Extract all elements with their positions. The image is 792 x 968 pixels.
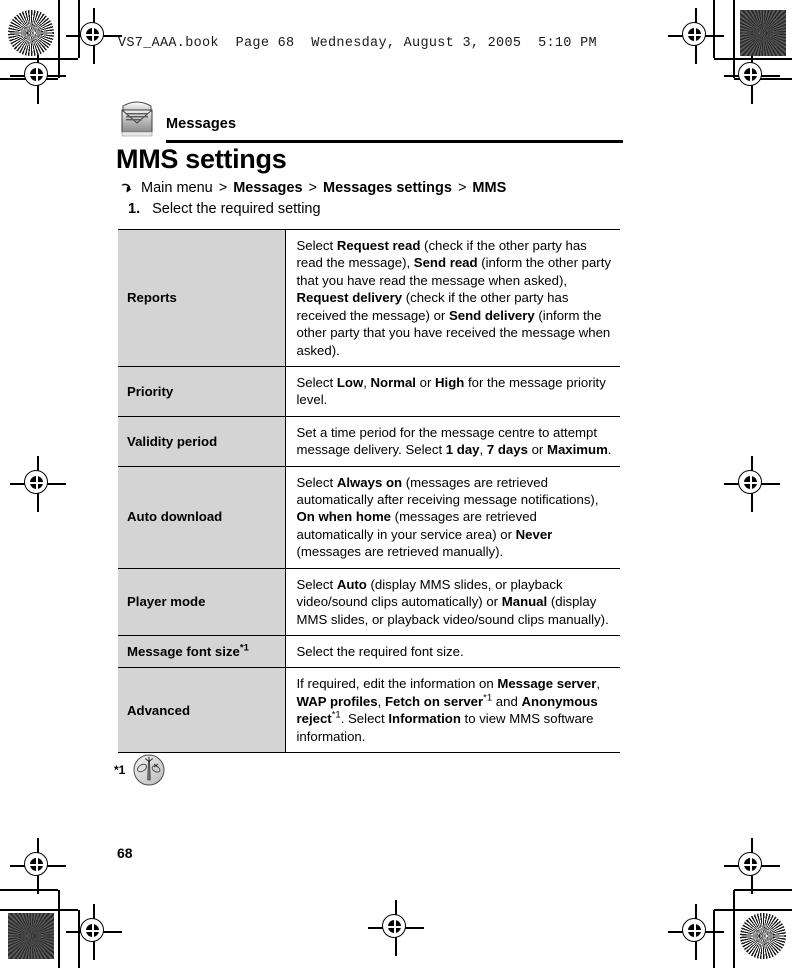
setting-description: Select Auto (display MMS slides, or play… — [285, 568, 620, 636]
star-target-top-right — [740, 10, 786, 56]
setting-label: Advanced — [118, 667, 286, 753]
breadcrumb-separator-2: > — [308, 180, 317, 196]
table-row: Message font size*1 Select the required f… — [118, 635, 620, 668]
step-text: Select the required setting — [152, 201, 321, 217]
crop-line-inner-bottom-right-vertical — [713, 910, 715, 968]
footnote: *1 — [114, 754, 165, 786]
table-row: Auto download Select Always on (messages … — [118, 466, 620, 569]
crop-line-top-left-vertical — [58, 0, 60, 78]
crop-line-bottom-right-horizontal — [714, 909, 792, 911]
crop-line-inner-top-right-horizontal — [734, 78, 792, 80]
page-number: 68 — [117, 845, 133, 861]
print-header: VS7_AAA.book Page 68 Wednesday, August 3… — [118, 36, 597, 51]
breadcrumb-separator-3: > — [457, 180, 467, 196]
crop-line-bottom-left-horizontal — [0, 909, 78, 911]
chapter-header: Messages — [118, 97, 623, 143]
registration-mark-left-middle — [10, 456, 66, 512]
table-row: Reports Select Request read (check if the… — [118, 229, 620, 367]
registration-mark-bottom-center — [368, 900, 424, 956]
registration-mark-right-middle — [724, 456, 780, 512]
crop-line-bottom-right-vertical — [733, 890, 735, 968]
chapter-header-rule — [166, 140, 623, 143]
crop-line-top-right-horizontal — [714, 58, 792, 60]
procedure-step: 1. Select the required setting — [128, 201, 321, 217]
crop-line-top-left-horizontal — [0, 58, 78, 60]
setting-label: Validity period — [118, 416, 286, 467]
setting-description: Select Always on (messages are retrieved… — [285, 466, 620, 569]
table-row: Validity period Set a time period for the… — [118, 416, 620, 467]
setting-label: Player mode — [118, 568, 286, 636]
breadcrumb-level-2: Messages settings — [323, 180, 452, 196]
setting-description: Select Request read (check if the other … — [285, 229, 620, 367]
setting-label: Auto download — [118, 466, 286, 569]
registration-mark-bottom-right — [668, 904, 724, 960]
registration-mark-bottom-left-outer — [10, 838, 66, 894]
network-service-icon — [133, 754, 165, 786]
curved-arrow-icon — [118, 180, 134, 196]
page-title: MMS settings — [116, 144, 287, 174]
registration-mark-bottom-left — [66, 904, 122, 960]
crop-line-top-right-vertical — [733, 0, 735, 78]
setting-label: Priority — [118, 366, 286, 417]
star-target-bottom-left — [8, 913, 54, 959]
registration-mark-top-left — [66, 8, 122, 64]
crop-line-inner-bottom-left-horizontal — [0, 889, 58, 891]
setting-description: Select Low, Normal or High for the messa… — [285, 366, 620, 417]
table-row: Advanced If required, edit the informatio… — [118, 667, 620, 753]
crop-line-inner-bottom-right-horizontal — [734, 889, 792, 891]
setting-description: Select the required font size. — [285, 635, 620, 668]
crop-line-inner-top-right-vertical — [713, 0, 715, 58]
settings-table-body: Reports Select Request read (check if the… — [118, 229, 620, 753]
setting-description: Set a time period for the message centre… — [285, 416, 620, 467]
table-row: Priority Select Low, Normal or High for t… — [118, 366, 620, 417]
setting-label: Message font size*1 — [118, 635, 286, 668]
chapter-name: Messages — [166, 116, 237, 132]
registration-mark-bottom-right-outer — [724, 838, 780, 894]
crop-line-inner-top-left-horizontal — [0, 78, 58, 80]
breadcrumb: Main menu > Messages > Messages settings… — [118, 180, 506, 196]
footnote-marker: *1 — [114, 763, 126, 777]
crop-line-bottom-left-vertical — [58, 890, 60, 968]
setting-label: Reports — [118, 229, 286, 367]
crop-line-inner-bottom-left-vertical — [78, 910, 80, 968]
mms-settings-table: Reports Select Request read (check if the… — [118, 229, 620, 753]
footnote-reference: *1 — [239, 642, 249, 654]
table-row: Player mode Select Auto (display MMS slid… — [118, 568, 620, 636]
registration-mark-top-right — [668, 8, 724, 64]
crop-line-inner-top-left-vertical — [78, 0, 80, 58]
envelope-icon — [118, 99, 156, 139]
setting-description: If required, edit the information on Mes… — [285, 667, 620, 753]
step-number: 1. — [128, 201, 141, 217]
breadcrumb-root: Main menu — [141, 180, 213, 196]
star-target-bottom-right — [740, 913, 786, 959]
star-target-top-left — [8, 10, 54, 56]
breadcrumb-separator-1: > — [218, 180, 228, 196]
breadcrumb-level-1: Messages — [233, 180, 303, 196]
breadcrumb-level-3: MMS — [472, 180, 507, 196]
